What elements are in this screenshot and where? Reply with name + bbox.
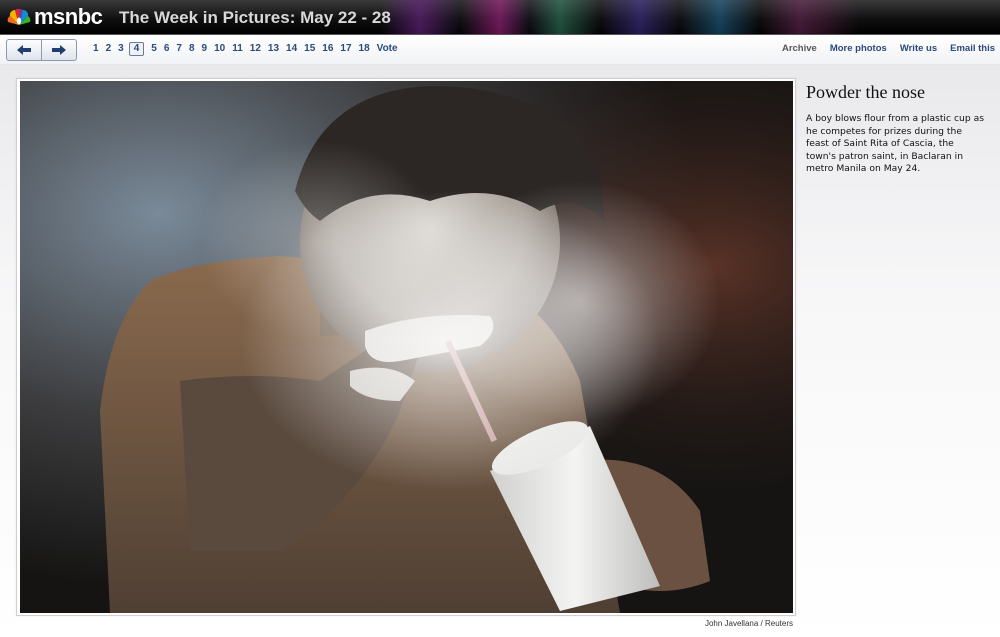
nav-bar: 1 2 3 4 5 6 7 8 9 10 11 12 13 14 15 16 1…: [0, 35, 1000, 65]
write-us-link[interactable]: Write us: [900, 43, 937, 55]
page-link[interactable]: 7: [176, 43, 182, 55]
page-link[interactable]: 2: [106, 43, 112, 55]
page-numbers: 1 2 3 4 5 6 7 8 9 10 11 12 13 14 15 16 1…: [93, 42, 405, 56]
page-link[interactable]: 17: [340, 43, 351, 55]
email-this-link[interactable]: Email this: [950, 43, 995, 55]
photo-credit: John Javellana / Reuters: [704, 619, 793, 628]
page-link-current[interactable]: 4: [128, 42, 145, 56]
next-button[interactable]: [41, 40, 76, 60]
page-link[interactable]: 9: [202, 43, 208, 55]
page-link[interactable]: 1: [93, 43, 99, 55]
caption-text: A boy blows flour from a plastic cup as …: [806, 113, 984, 174]
page-link[interactable]: 3: [118, 43, 124, 55]
caption-title: Powder the nose: [806, 82, 925, 102]
page-link[interactable]: 8: [189, 43, 195, 55]
page-link[interactable]: 15: [304, 43, 315, 55]
prev-next-arrows: [6, 39, 77, 61]
header-bar: msnbc The Week in Pictures: May 22 - 28: [0, 0, 1000, 35]
page-link[interactable]: 16: [322, 43, 333, 55]
page-link[interactable]: 14: [286, 43, 297, 55]
right-arrow-icon: [52, 45, 66, 55]
vote-link[interactable]: Vote: [377, 43, 398, 55]
page-link[interactable]: 18: [359, 43, 370, 55]
prev-button[interactable]: [7, 40, 41, 60]
main-photo: [20, 81, 793, 613]
page-title: The Week in Pictures: May 22 - 28: [119, 8, 391, 27]
page-link[interactable]: 6: [164, 43, 170, 55]
page-link[interactable]: 5: [151, 43, 157, 55]
logo-text: msnbc: [34, 4, 103, 29]
nav-links: Archive More photos Write us Email this: [769, 43, 995, 55]
page-link[interactable]: 13: [268, 43, 279, 55]
more-photos-link[interactable]: More photos: [830, 43, 887, 55]
page-link[interactable]: 11: [232, 43, 243, 55]
page-link[interactable]: 12: [250, 43, 261, 55]
msnbc-logo[interactable]: msnbc: [7, 4, 103, 29]
left-arrow-icon: [17, 45, 31, 55]
page-link[interactable]: 10: [214, 43, 225, 55]
archive-link[interactable]: Archive: [782, 43, 817, 55]
peacock-icon: [7, 8, 31, 26]
